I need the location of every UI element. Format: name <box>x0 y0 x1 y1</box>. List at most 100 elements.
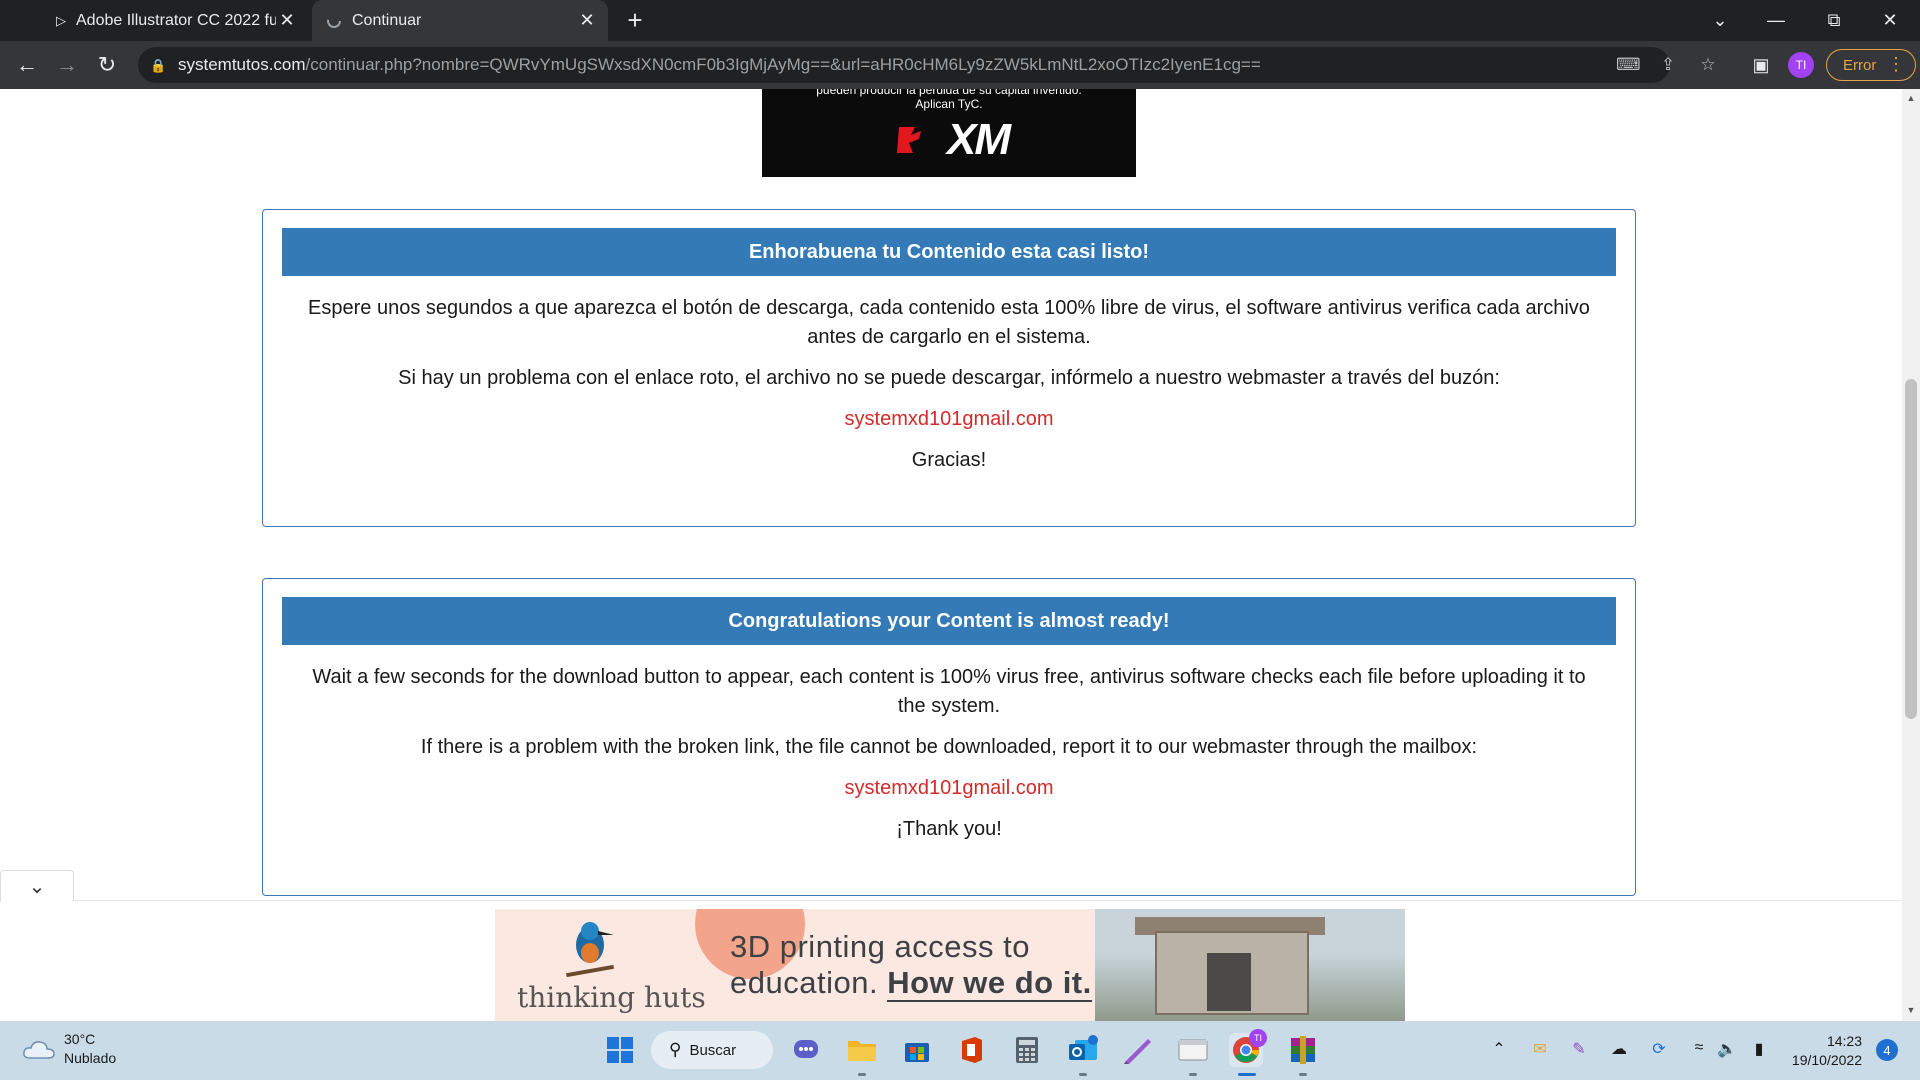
microsoft-store-icon[interactable] <box>900 1033 934 1067</box>
pen-app-icon[interactable] <box>1121 1033 1155 1067</box>
clock-date: 19/10/2022 <box>1791 1052 1862 1068</box>
battery-icon[interactable]: ▮ <box>1748 1039 1770 1061</box>
how-we-do-it-link[interactable]: How we do it. <box>887 965 1092 1002</box>
loading-icon <box>327 13 341 28</box>
play-icon: ▷ <box>56 12 66 28</box>
winrar-icon[interactable] <box>1286 1033 1320 1067</box>
card-heading: Enhorabuena tu Contenido esta casi listo… <box>282 228 1616 276</box>
forward-button[interactable]: → <box>52 50 82 80</box>
card-paragraph: Wait a few seconds for the download butt… <box>312 666 1586 717</box>
card-thanks: Gracias! <box>911 449 987 471</box>
card-body: Wait a few seconds for the download butt… <box>263 645 1635 844</box>
new-tab-button[interactable]: + <box>622 7 648 34</box>
tab-illustrator[interactable]: ▷ Adobe Illustrator CC 2022 full ✕ <box>42 0 308 41</box>
running-indicator <box>1079 1073 1087 1076</box>
close-icon[interactable]: ✕ <box>276 10 298 32</box>
restore-button[interactable]: ⧉ <box>1806 0 1862 41</box>
page-viewport: pueden producir la pérdida de su capital… <box>0 89 1902 1021</box>
card-heading: Congratulations your Content is almost r… <box>282 597 1616 645</box>
system-clock[interactable]: 14:23 19/10/2022 <box>1782 1032 1862 1070</box>
side-panel-icon[interactable]: ▣ <box>1746 50 1776 80</box>
start-button[interactable] <box>603 1033 637 1067</box>
thinking-huts-brand: thinking huts <box>517 981 706 1014</box>
hut-door <box>1207 953 1251 1011</box>
tab-search-icon[interactable]: ⌄ <box>1692 0 1748 41</box>
webmaster-email[interactable]: systemxd101gmail.com <box>303 405 1595 434</box>
scrollbar-thumb[interactable] <box>1905 379 1917 719</box>
ad-headline: 3D printing access to education. How we … <box>730 929 1092 1002</box>
error-label: Error <box>1843 56 1877 74</box>
xm-mark-icon <box>897 127 921 153</box>
onedrive-offline-icon[interactable]: ☁ <box>1608 1039 1630 1061</box>
outlook-icon[interactable] <box>1066 1033 1100 1067</box>
reload-button[interactable]: ↻ <box>92 50 122 80</box>
lock-icon[interactable]: 🔒 <box>150 58 166 73</box>
chevron-down-icon: ⌄ <box>28 875 46 898</box>
collapse-ad-button[interactable]: ⌄ <box>0 870 74 901</box>
calculator-icon[interactable] <box>1010 1033 1044 1067</box>
headline-line: 3D printing access to <box>730 929 1030 964</box>
translate-icon[interactable]: ⌨ <box>1616 55 1641 75</box>
weather-desc: Nublado <box>64 1050 117 1066</box>
minimize-button[interactable]: — <box>1748 0 1804 41</box>
close-icon[interactable]: ✕ <box>576 10 598 32</box>
xm-wordmark: XM <box>947 115 1011 164</box>
running-indicator <box>1189 1073 1197 1076</box>
volume-icon[interactable]: 🔈 <box>1716 1039 1738 1061</box>
bookmark-star-icon[interactable]: ☆ <box>1696 55 1720 75</box>
search-label: Buscar <box>689 1041 737 1059</box>
card-body: Espere unos segundos a que aparezca el b… <box>263 276 1635 475</box>
teams-chat-icon[interactable] <box>789 1033 823 1067</box>
wifi-icon[interactable]: ≈ <box>1688 1039 1710 1061</box>
running-indicator <box>1299 1073 1307 1076</box>
scroll-up-icon[interactable]: ▲ <box>1906 93 1916 103</box>
windows-taskbar: 30°C Nublado ⚲ Buscar TI ⌃ ✉ ✎ ☁ ⟳ ≈ 🔈 ▮ … <box>0 1021 1920 1080</box>
headline-line: education. How we do it. <box>730 965 1092 1002</box>
card-paragraph: Si hay un problema con el enlace roto, e… <box>398 367 1500 389</box>
chrome-profile-badge: TI <box>1249 1029 1267 1047</box>
cloud-icon <box>23 1041 55 1059</box>
url-text[interactable]: systemtutos.com/continuar.php?nombre=QWR… <box>178 55 1261 75</box>
chrome-icon[interactable]: TI <box>1229 1029 1267 1067</box>
page-scrollbar[interactable]: ▲ ▼ <box>1902 89 1920 1021</box>
browser-toolbar: ← → ↻ 🔒 systemtutos.com/continuar.php?no… <box>0 41 1920 89</box>
mail-icon[interactable]: ✉ <box>1529 1039 1551 1061</box>
tab-title: Adobe Illustrator CC 2022 full <box>76 11 276 29</box>
spanish-notice-card: Enhorabuena tu Contenido esta casi listo… <box>262 209 1636 527</box>
share-icon[interactable]: ⇪ <box>1656 55 1680 75</box>
english-notice-card: Congratulations your Content is almost r… <box>262 578 1636 896</box>
kingfisher-icon <box>566 922 614 978</box>
weather-temp: 30°C <box>64 1031 96 1047</box>
close-window-button[interactable]: ✕ <box>1862 0 1918 41</box>
card-thanks: ¡Thank you! <box>896 818 1002 840</box>
error-button[interactable]: Error ⋮ <box>1826 49 1916 81</box>
tab-continuar[interactable]: Continuar ✕ <box>312 0 608 41</box>
notification-badge[interactable]: 4 <box>1876 1039 1898 1061</box>
taskbar-search[interactable]: ⚲ Buscar <box>651 1031 773 1069</box>
ad-terms: Aplican TyC. <box>915 97 983 111</box>
xm-logo: XM <box>882 115 1022 164</box>
active-indicator <box>1238 1073 1256 1076</box>
bottom-advertisement[interactable]: thinking huts 3D printing access to educ… <box>495 909 1405 1021</box>
tab-title: Continuar <box>352 11 422 29</box>
search-icon: ⚲ <box>669 1040 682 1059</box>
menu-icon: ⋮ <box>1887 54 1905 74</box>
weather-widget[interactable]: 30°C Nublado <box>22 1030 116 1068</box>
clock-time: 14:23 <box>1826 1033 1862 1049</box>
chevron-up-icon[interactable]: ⌃ <box>1488 1039 1510 1061</box>
card-paragraph: Espere unos segundos a que aparezca el b… <box>308 297 1590 348</box>
webmaster-email[interactable]: systemxd101gmail.com <box>303 774 1595 803</box>
profile-avatar[interactable]: TI <box>1788 52 1814 78</box>
running-indicator <box>858 1073 866 1076</box>
app-window-icon[interactable] <box>1176 1033 1210 1067</box>
ad-disclaimer: pueden producir la pérdida de su capital… <box>816 89 1082 97</box>
address-bar[interactable]: 🔒 systemtutos.com/continuar.php?nombre=Q… <box>138 47 1716 83</box>
file-explorer-icon[interactable] <box>845 1033 879 1067</box>
windows-icon <box>607 1037 633 1063</box>
pen-tray-icon[interactable]: ✎ <box>1568 1039 1590 1061</box>
scroll-down-icon[interactable]: ▼ <box>1906 1005 1916 1015</box>
back-button[interactable]: ← <box>12 50 42 80</box>
top-advertisement[interactable]: pueden producir la pérdida de su capital… <box>762 89 1136 177</box>
office-icon[interactable] <box>955 1033 989 1067</box>
sync-icon[interactable]: ⟳ <box>1648 1039 1670 1061</box>
